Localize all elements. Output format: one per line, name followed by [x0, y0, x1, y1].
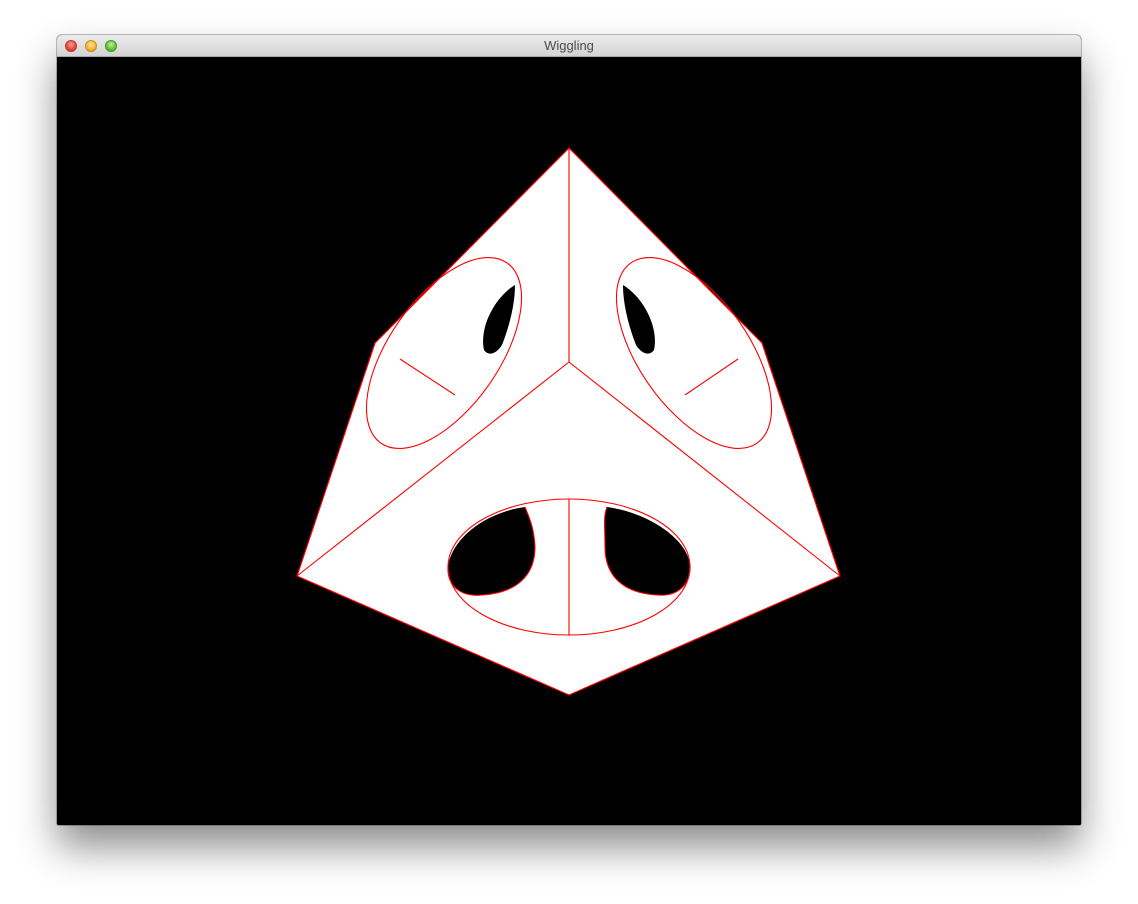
title-bar[interactable]: Wiggling	[57, 35, 1081, 57]
rendered-shape	[57, 57, 1081, 825]
app-window: Wiggling	[57, 35, 1081, 825]
render-canvas[interactable]	[57, 57, 1081, 825]
window-title: Wiggling	[544, 38, 594, 53]
